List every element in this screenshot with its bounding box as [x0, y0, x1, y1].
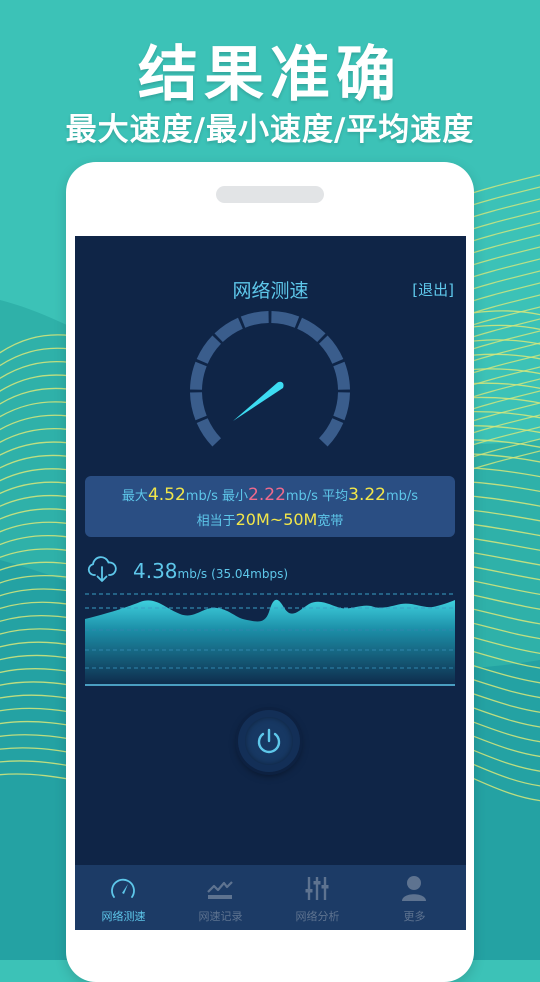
speed-stats-line: 最大4.52mb/s 最小2.22mb/s 平均3.22mb/s [85, 485, 455, 505]
current-speed-unit: mb/s [177, 567, 208, 581]
tab-more[interactable]: 更多 [366, 865, 463, 930]
start-test-button[interactable] [238, 710, 300, 772]
avg-unit: mb/s [385, 489, 419, 504]
tab-label: 网络分析 [295, 910, 340, 923]
power-icon [257, 728, 281, 754]
tab-label: 网速记录 [198, 910, 243, 923]
cloud-download-icon [87, 556, 117, 582]
promo-subtitle: 最大速度/最小速度/平均速度 [65, 112, 475, 148]
max-label: 最大 [121, 489, 148, 504]
chart-icon [207, 881, 233, 899]
speed-wave-chart [85, 593, 455, 686]
avg-label: 平均 [322, 489, 349, 504]
tab-speed-history[interactable]: 网速记录 [172, 865, 269, 930]
exit-button[interactable]: [退出] [412, 279, 454, 300]
current-speed-value: 4.38 [133, 559, 178, 583]
speed-stats-panel: 最大4.52mb/s 最小2.22mb/s 平均3.22mb/s 相当于20M~… [85, 476, 455, 537]
promo-title: 结果准确 [138, 40, 402, 110]
phone-speaker [216, 186, 324, 203]
max-unit: mb/s [185, 489, 218, 504]
tab-label: 更多 [403, 910, 426, 923]
tab-label: 网络测速 [101, 910, 146, 923]
equiv-range: 20M~50M [235, 510, 318, 529]
app-screen: 网络测速 [退出] 最大4.52mb/s 最小2.22mb/s 平均3.22mb… [75, 236, 466, 930]
current-speed: 4.38mb/s (35.04mbps) [133, 559, 288, 583]
tab-speed-test[interactable]: 网络测速 [75, 865, 172, 930]
bottom-tab-bar: 网络测速 网速记录 网络分析 更多 [75, 865, 466, 930]
tab-network-analysis[interactable]: 网络分析 [269, 865, 366, 930]
speedometer-icon [111, 878, 135, 898]
avg-value: 3.22 [348, 485, 386, 505]
speedometer-gauge [190, 311, 350, 447]
bandwidth-equivalent: 相当于20M~50M宽带 [85, 510, 455, 529]
user-icon [402, 876, 426, 901]
equiv-prefix: 相当于 [196, 514, 236, 529]
max-value: 4.52 [147, 485, 186, 505]
equiv-suffix: 宽带 [317, 514, 344, 529]
current-speed-mbps: (35.04mbps) [211, 567, 289, 581]
page-title: 网络测速 [232, 280, 309, 302]
min-value: 2.22 [248, 485, 286, 505]
power-button-face [245, 717, 293, 765]
sliders-icon [305, 877, 329, 900]
min-label: 最小 [222, 489, 249, 504]
min-unit: mb/s [285, 489, 318, 504]
